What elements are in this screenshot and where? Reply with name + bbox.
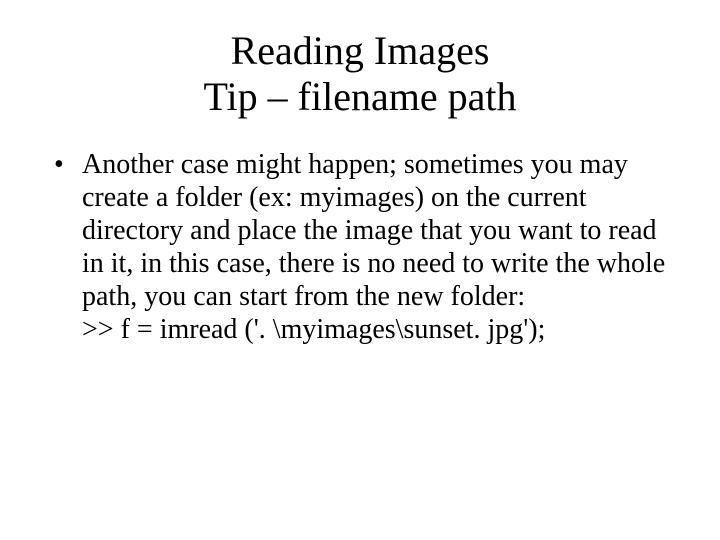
title-line-1: Reading Images (231, 28, 490, 73)
bullet-code: >> f = imread ('. \myimages\sunset. jpg'… (82, 313, 670, 346)
bullet-item: Another case might happen; sometimes you… (50, 148, 670, 346)
bullet-list: Another case might happen; sometimes you… (50, 148, 670, 346)
bullet-text: Another case might happen; sometimes you… (82, 149, 665, 312)
title-line-2: Tip – filename path (204, 74, 517, 119)
slide: Reading Images Tip – filename path Anoth… (0, 0, 720, 540)
slide-body: Another case might happen; sometimes you… (50, 148, 670, 346)
slide-title: Reading Images Tip – filename path (50, 28, 670, 120)
